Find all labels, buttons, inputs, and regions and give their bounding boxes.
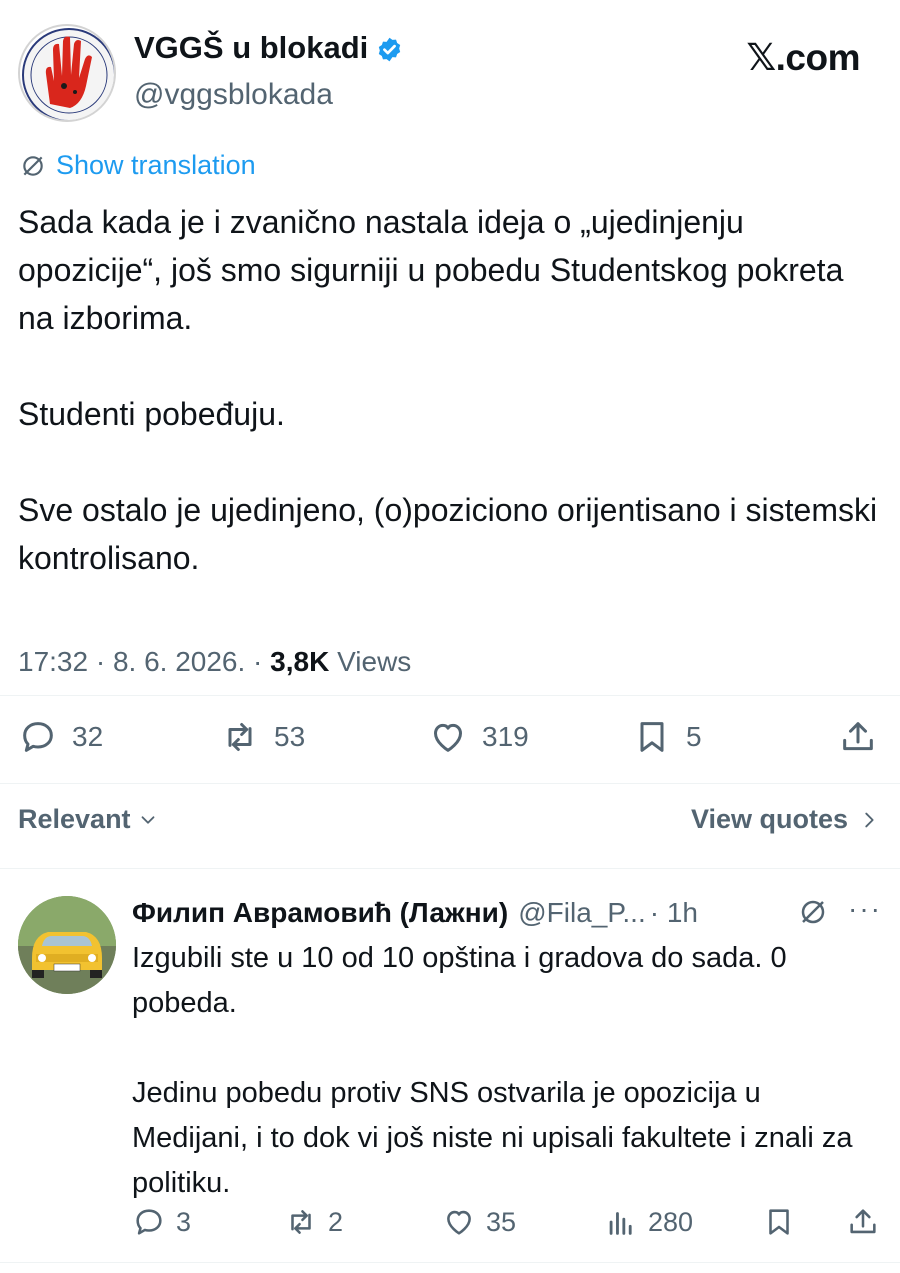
tweet-meta: 17:32 · 8. 6. 2026. · 3,8K Views (18, 646, 411, 678)
x-brand-logo: 𝕏.com (746, 37, 860, 78)
chevron-right-icon (865, 812, 874, 827)
share-button[interactable] (838, 712, 878, 762)
more-options-button[interactable]: ··· (848, 893, 882, 925)
repost-count: 53 (274, 721, 306, 752)
divider (0, 783, 900, 784)
bookmark-icon (769, 1209, 789, 1235)
repost-icon (291, 1210, 311, 1234)
tweet-paragraph: Studenti pobeđuju. (18, 396, 285, 432)
reply-icon (23, 722, 53, 752)
tweet-action-bar: 32 53 319 5 (18, 712, 884, 762)
bookmark-icon (640, 722, 664, 752)
repost-icon (228, 723, 252, 751)
red-hand-logo-icon (22, 28, 114, 120)
reply-author-handle[interactable]: @Fila_P... (518, 897, 646, 929)
reply-share-button[interactable] (846, 1200, 880, 1244)
relevant-sort-dropdown[interactable]: Relevant (18, 804, 159, 835)
reply-button[interactable]: 32 (18, 712, 103, 762)
repost-button[interactable]: 53 (220, 712, 305, 762)
reply-action-bar: 3 2 35 280 (132, 1200, 884, 1244)
divider (0, 1262, 900, 1263)
reply-author-avatar[interactable] (18, 896, 116, 994)
tweet-paragraph: Sve ostalo je ujedinjeno, (o)poziciono o… (18, 492, 878, 576)
translate-icon (23, 155, 43, 176)
tweet-body: Sada kada je i zvanično nastala ideja o … (18, 198, 878, 582)
reply-timestamp[interactable]: · 1h (650, 897, 698, 929)
views-count: 3,8K (270, 646, 330, 677)
reply-body: Izgubili ste u 10 od 10 opština i gradov… (132, 936, 877, 1206)
reply-icon (136, 1209, 162, 1235)
yellow-car-avatar-icon (18, 896, 116, 994)
heart-icon (447, 1210, 471, 1235)
reply-paragraph: Izgubili ste u 10 od 10 opština i gradov… (132, 942, 787, 1019)
divider (0, 868, 900, 869)
reply-reply-button[interactable]: 3 (132, 1200, 191, 1244)
views-label: Views (337, 646, 412, 677)
reply-reply-count: 3 (176, 1206, 192, 1237)
like-button[interactable]: 319 (428, 712, 529, 762)
analytics-icon (609, 1212, 632, 1235)
reply-repost-count: 2 (328, 1206, 344, 1237)
show-translation-link[interactable]: Show translation (20, 150, 256, 181)
view-quotes-label[interactable]: View quotes (691, 804, 848, 835)
chevron-down-icon (141, 815, 154, 824)
verified-badge-icon (376, 35, 403, 62)
reply-views-count: 280 (648, 1206, 694, 1237)
bookmark-count: 5 (686, 721, 702, 752)
view-quotes-link[interactable]: View quotes (691, 804, 880, 835)
reply-views-button[interactable]: 280 (604, 1200, 693, 1244)
reply-count: 32 (72, 721, 104, 752)
relevant-label[interactable]: Relevant (18, 804, 131, 835)
reply-like-button[interactable]: 35 (442, 1200, 516, 1244)
bookmark-button[interactable]: 5 (632, 712, 702, 762)
share-icon (843, 722, 873, 751)
tweet-header: VGGŠ u blokadi @vggsblokada 𝕏.com (18, 22, 882, 122)
translate-icon[interactable] (798, 897, 828, 927)
divider (0, 695, 900, 696)
reply-paragraph: Jedinu pobedu protiv SNS ostvarila je op… (132, 1077, 853, 1199)
show-translation-label[interactable]: Show translation (56, 150, 256, 181)
tweet-paragraph: Sada kada je i zvanično nastala ideja o … (18, 204, 844, 336)
reply-bookmark-button[interactable] (762, 1200, 796, 1244)
like-count: 319 (482, 721, 529, 752)
share-icon (850, 1209, 876, 1234)
reply-repost-button[interactable]: 2 (284, 1200, 343, 1244)
reply-like-count: 35 (486, 1206, 517, 1237)
reply-header: Филип Аврамовић (Лажни) @Fila_P... · 1h … (132, 893, 882, 933)
reply-author-name[interactable]: Филип Аврамовић (Лажни) (132, 897, 508, 929)
author-name-row[interactable]: VGGŠ u blokadi (134, 30, 403, 66)
author-name[interactable]: VGGŠ u blokadi (134, 30, 368, 66)
replies-sort-bar: Relevant View quotes (18, 804, 880, 844)
author-avatar[interactable] (18, 24, 116, 122)
author-handle[interactable]: @vggsblokada (134, 78, 333, 112)
heart-icon (434, 723, 462, 752)
tweet-timestamp[interactable]: 17:32 · 8. 6. 2026. · (18, 646, 270, 677)
